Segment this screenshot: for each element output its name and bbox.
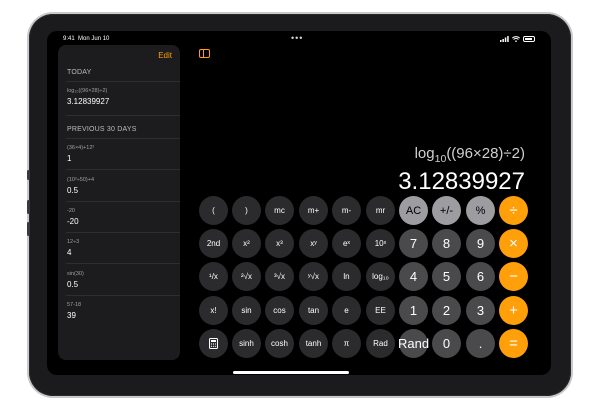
history-result[interactable]: 39 [67, 311, 76, 320]
status-time: 9:41 Mon Jun 10 [63, 36, 110, 42]
home-indicator[interactable] [233, 371, 349, 374]
history-expression[interactable]: 12÷3 [67, 239, 79, 245]
memory-subtract-key[interactable]: m- [332, 196, 361, 225]
sinh-key[interactable]: sinh [232, 329, 261, 358]
digit-9-key[interactable]: 9 [466, 229, 495, 258]
digit-4-key[interactable]: 4 [399, 262, 428, 291]
volume-down-button [27, 222, 30, 236]
history-expression[interactable]: log₁₀((96×28)÷2) [67, 88, 107, 94]
square-root-key[interactable]: ²√x [232, 262, 261, 291]
all-clear-key[interactable]: AC [399, 196, 428, 225]
status-icons [500, 36, 535, 42]
factorial-key[interactable]: x! [199, 296, 228, 325]
cosh-key[interactable]: cosh [265, 329, 294, 358]
edit-button[interactable]: Edit [158, 51, 172, 60]
add-key[interactable]: + [499, 296, 528, 325]
digit-6-key[interactable]: 6 [466, 262, 495, 291]
radians-key[interactable]: Rad [366, 329, 395, 358]
square-key[interactable]: x² [232, 229, 261, 258]
digit-5-key[interactable]: 5 [432, 262, 461, 291]
digit-3-key[interactable]: 3 [466, 296, 495, 325]
volume-up-button [27, 200, 30, 214]
history-result[interactable]: 1 [67, 154, 71, 163]
calculator-mode-button[interactable] [199, 329, 228, 358]
subtract-key[interactable]: − [499, 262, 528, 291]
tanh-key[interactable]: tanh [299, 329, 328, 358]
divider [66, 115, 180, 116]
pi-key[interactable]: π [332, 329, 361, 358]
ten-power-key[interactable]: 10ˣ [366, 229, 395, 258]
divider [66, 138, 180, 139]
calculator-icon [209, 338, 218, 349]
digit-8-key[interactable]: 8 [432, 229, 461, 258]
nth-root-key[interactable]: ʸ√x [299, 262, 328, 291]
memory-clear-key[interactable]: mc [265, 196, 294, 225]
digit-1-key[interactable]: 1 [399, 296, 428, 325]
result-display: 3.12839927 [398, 168, 525, 195]
section-title-today: TODAY [67, 69, 92, 76]
history-result[interactable]: 3.12839927 [67, 97, 109, 106]
wifi-icon [512, 36, 520, 42]
sign-toggle-key[interactable]: +/- [432, 196, 461, 225]
equals-key[interactable]: = [499, 329, 528, 358]
reciprocal-key[interactable]: ¹/x [199, 262, 228, 291]
history-expression[interactable]: -20 [67, 208, 75, 214]
exponent-key[interactable]: EE [366, 296, 395, 325]
cube-key[interactable]: x³ [265, 229, 294, 258]
divider [66, 263, 180, 264]
divide-key[interactable]: ÷ [499, 196, 528, 225]
multiply-key[interactable]: × [499, 229, 528, 258]
history-expression[interactable]: (36×4)+12² [67, 145, 94, 151]
battery-icon [523, 36, 535, 42]
divider [66, 201, 180, 202]
history-expression[interactable]: sin(30) [67, 271, 84, 277]
history-expression[interactable]: (10²÷50)+4 [67, 177, 94, 183]
percent-key[interactable]: % [466, 196, 495, 225]
expression-display: log10((96×28)÷2) [414, 145, 525, 165]
ln-key[interactable]: ln [332, 262, 361, 291]
power-key[interactable]: xʸ [299, 229, 328, 258]
second-function-key[interactable]: 2nd [199, 229, 228, 258]
open-paren-key[interactable]: ( [199, 196, 228, 225]
screen: 9:41 Mon Jun 10 ••• Edit TODAY log₁₀((96… [47, 31, 551, 375]
cellular-signal-icon [500, 36, 509, 42]
section-title-previous: PREVIOUS 30 DAYS [67, 126, 137, 133]
side-button [27, 170, 30, 180]
close-paren-key[interactable]: ) [232, 196, 261, 225]
euler-key[interactable]: e [332, 296, 361, 325]
divider [66, 169, 180, 170]
digit-7-key[interactable]: 7 [399, 229, 428, 258]
history-result[interactable]: 4 [67, 248, 71, 257]
multitasking-dots-icon[interactable]: ••• [291, 33, 303, 43]
log10-key[interactable]: log₁₀ [366, 262, 395, 291]
decimal-key[interactable]: . [466, 329, 495, 358]
memory-add-key[interactable]: m+ [299, 196, 328, 225]
memory-recall-key[interactable]: mr [366, 196, 395, 225]
history-sidebar: Edit TODAY log₁₀((96×28)÷2) 3.12839927 P… [58, 45, 180, 360]
divider [66, 232, 180, 233]
cos-key[interactable]: cos [265, 296, 294, 325]
digit-2-key[interactable]: 2 [432, 296, 461, 325]
divider [66, 295, 180, 296]
digit-0-key[interactable]: 0 [432, 329, 461, 358]
tan-key[interactable]: tan [299, 296, 328, 325]
sidebar-toggle-icon[interactable] [199, 49, 210, 58]
sin-key[interactable]: sin [232, 296, 261, 325]
history-result[interactable]: 0.5 [67, 186, 78, 195]
history-result[interactable]: -20 [67, 217, 79, 226]
history-expression[interactable]: 57-18 [67, 302, 81, 308]
random-key[interactable]: Rand [398, 329, 429, 358]
divider [66, 81, 180, 82]
exp-key[interactable]: eˣ [332, 229, 361, 258]
history-result[interactable]: 0.5 [67, 280, 78, 289]
cube-root-key[interactable]: ³√x [265, 262, 294, 291]
